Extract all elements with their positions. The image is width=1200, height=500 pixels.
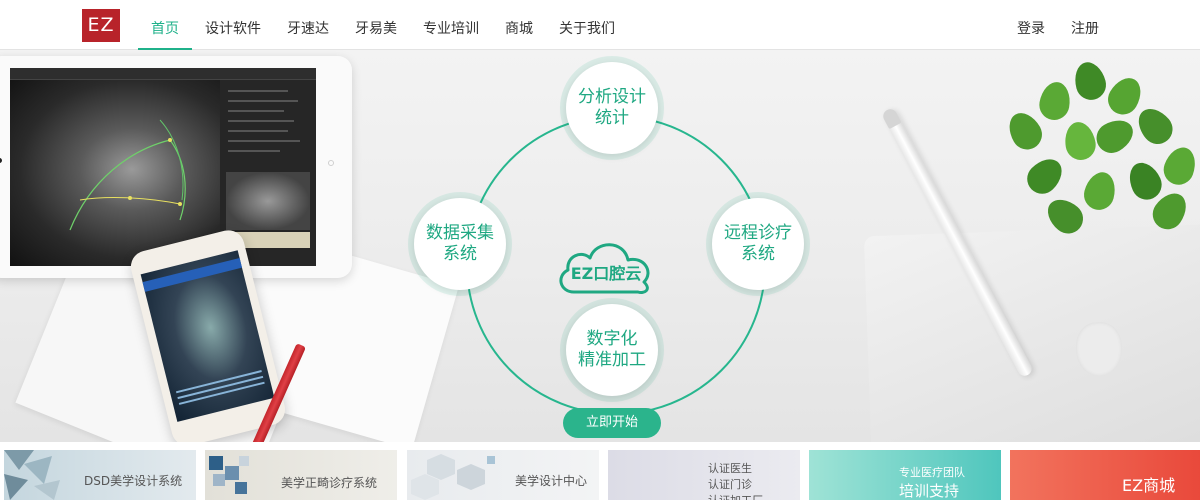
- node-remote-diagnosis: 远程诊疗 系统: [712, 198, 804, 290]
- main-nav: 首页 设计软件 牙速达 牙易美 专业培训 商城 关于我们: [138, 0, 628, 50]
- hexagon-pattern: [411, 454, 495, 500]
- card-label: 培训支持: [899, 482, 960, 500]
- node-label-line: 统计: [595, 108, 629, 128]
- card-label: 认证加工厂: [708, 492, 763, 500]
- auth-links: 登录 注册: [1004, 0, 1112, 50]
- card-label: 美学正畸诊疗系统: [281, 476, 378, 490]
- nav-yayimei[interactable]: 牙易美: [342, 0, 410, 50]
- phone-title-bar: [142, 257, 242, 292]
- node-label-line: 系统: [741, 244, 775, 264]
- top-navbar: EZ 首页 设计软件 牙速达 牙易美 专业培训 商城 关于我们 登录 注册: [0, 0, 1200, 50]
- card-sublabel: 专业医疗团队: [899, 466, 965, 479]
- card-dsd[interactable]: DSD美学设计系统: [4, 450, 196, 500]
- nav-home[interactable]: 首页: [138, 0, 192, 50]
- nav-design-software[interactable]: 设计软件: [192, 0, 274, 50]
- nav-mall[interactable]: 商城: [492, 0, 546, 50]
- node-data-collection: 数据采集 系统: [414, 198, 506, 290]
- hero-banner: 分析设计 统计 数据采集 系统 远程诊疗 系统 数字化 精准加工 EZ口腔云 立…: [0, 50, 1200, 442]
- node-analysis-design: 分析设计 统计: [566, 62, 658, 154]
- nav-yasuda[interactable]: 牙速达: [274, 0, 342, 50]
- start-now-button[interactable]: 立即开始: [563, 408, 661, 438]
- card-ortho[interactable]: 美学正畸诊疗系统: [205, 450, 397, 500]
- xray-thumbnail: [226, 172, 310, 230]
- card-label: 认证门诊: [708, 478, 752, 491]
- decoration-pattern: [4, 450, 60, 500]
- node-label-line: 精准加工: [578, 350, 646, 370]
- tracing-lines: [69, 119, 186, 231]
- tablet-home-button: [328, 160, 334, 166]
- card-certification[interactable]: 认证医生 认证门诊 认证加工厂: [608, 450, 800, 500]
- card-label: 认证医生: [708, 462, 752, 475]
- tablet-camera-dot: [0, 158, 2, 163]
- card-label: 美学设计中心: [515, 474, 588, 488]
- card-ez-mall[interactable]: EZ商城: [1010, 450, 1200, 500]
- cephalometric-xray-image: [10, 80, 220, 266]
- software-toolbar: [10, 68, 316, 80]
- nav-training[interactable]: 专业培训: [410, 0, 492, 50]
- card-label: EZ商城: [1122, 476, 1176, 495]
- puzzle-icon: [209, 456, 249, 494]
- ez-logo[interactable]: EZ: [82, 9, 120, 42]
- node-label-line: 数据采集: [426, 223, 494, 243]
- ez-cloud-label: EZ口腔云: [570, 264, 642, 283]
- laptop-image: [863, 223, 1200, 442]
- register-link[interactable]: 注册: [1058, 0, 1112, 50]
- node-label-line: 系统: [443, 244, 477, 264]
- login-link[interactable]: 登录: [1004, 0, 1058, 50]
- card-label: DSD美学设计系统: [84, 474, 183, 488]
- node-label-line: 数字化: [586, 329, 638, 349]
- plant-image: [990, 52, 1200, 252]
- nav-about-us[interactable]: 关于我们: [546, 0, 628, 50]
- card-training[interactable]: 专业医疗团队 培训支持: [809, 450, 1001, 500]
- card-aesthetic-center[interactable]: 美学设计中心: [407, 450, 599, 500]
- node-label-line: 远程诊疗: [724, 223, 792, 243]
- feature-cards: DSD美学设计系统 美学正畸诊疗系统 美学设计中心 认证医生 认证门诊 认证加工…: [0, 450, 1200, 500]
- node-digital-processing: 数字化 精准加工: [566, 304, 658, 396]
- apple-logo-icon: [1075, 321, 1123, 378]
- node-label-line: 分析设计: [578, 87, 646, 107]
- ez-cloud-logo: EZ口腔云: [552, 232, 660, 302]
- tablet-screen: [10, 68, 316, 266]
